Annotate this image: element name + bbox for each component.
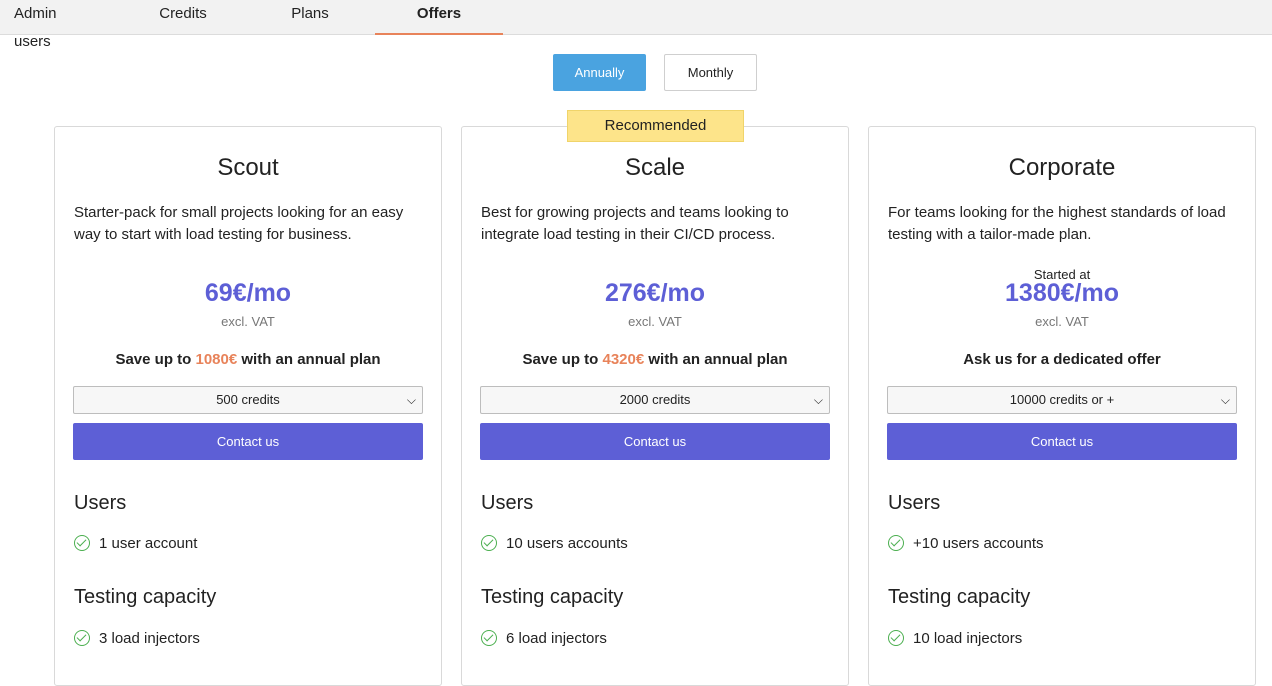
plan-price: 1380€/mo xyxy=(1005,279,1119,307)
check-circle-icon xyxy=(481,630,497,646)
recommended-badge: Recommended xyxy=(567,110,744,142)
credits-select[interactable]: 2000 credits ⌵ xyxy=(480,386,830,414)
users-feature-text: 1 user account xyxy=(99,535,198,552)
check-circle-icon xyxy=(74,630,90,646)
credits-select-value: 500 credits xyxy=(216,392,280,407)
vat-note: excl. VAT xyxy=(221,314,275,329)
chevron-down-icon: ⌵ xyxy=(1220,393,1230,407)
testing-capacity-heading: Testing capacity xyxy=(74,586,217,608)
credits-select[interactable]: 10000 credits or + ⌵ xyxy=(887,386,1237,414)
plan-description: For teams looking for the highest standa… xyxy=(888,204,1226,243)
plan-card-corporate: Corporate For teams looking for the high… xyxy=(868,126,1256,686)
users-feature: 1 user account xyxy=(74,535,197,552)
capacity-feature: 3 load injectors xyxy=(74,630,200,647)
savings-amount: 1080€ xyxy=(195,351,238,368)
plan-price: 276€/mo xyxy=(604,279,706,307)
savings-text: Save up to 1080€ with an annual plan xyxy=(55,351,441,368)
plan-description: Starter-pack for small projects looking … xyxy=(74,204,404,243)
savings-amount: 4320€ xyxy=(602,351,645,368)
savings-text: Ask us for a dedicated offer xyxy=(869,351,1255,368)
plan-title: Corporate xyxy=(1008,154,1116,181)
credits-select-value: 2000 credits xyxy=(619,392,691,407)
capacity-feature: 6 load injectors xyxy=(481,630,607,647)
contact-us-button[interactable]: Contact us xyxy=(73,423,423,460)
users-feature: +10 users accounts xyxy=(888,535,1044,552)
testing-capacity-heading: Testing capacity xyxy=(481,586,624,608)
savings-text: Save up to 4320€ with an annual plan xyxy=(462,351,848,368)
chevron-down-icon: ⌵ xyxy=(406,393,416,407)
savings-prefix: Save up to xyxy=(115,351,196,368)
capacity-feature: 10 load injectors xyxy=(888,630,1022,647)
capacity-feature-text: 10 load injectors xyxy=(913,630,1023,647)
tab-plans[interactable]: Plans xyxy=(280,0,340,34)
contact-us-button[interactable]: Contact us xyxy=(480,423,830,460)
users-feature-text: 10 users accounts xyxy=(506,535,628,552)
contact-us-button[interactable]: Contact us xyxy=(887,423,1237,460)
vat-note: excl. VAT xyxy=(628,314,682,329)
savings-suffix: with an annual plan xyxy=(644,351,788,368)
vat-note: excl. VAT xyxy=(1035,314,1089,329)
check-circle-icon xyxy=(888,535,904,551)
plan-title: Scout xyxy=(217,154,279,181)
capacity-feature-text: 6 load injectors xyxy=(506,630,607,647)
tab-admin-users[interactable]: Admin users xyxy=(14,0,96,50)
monthly-toggle-button[interactable]: Monthly xyxy=(664,54,757,91)
check-circle-icon xyxy=(481,535,497,551)
plan-price: 69€/mo xyxy=(204,279,292,307)
users-heading: Users xyxy=(74,492,127,514)
check-circle-icon xyxy=(74,535,90,551)
plan-description: Best for growing projects and teams look… xyxy=(481,204,789,243)
users-feature: 10 users accounts xyxy=(481,535,628,552)
tab-credits[interactable]: Credits xyxy=(150,0,216,34)
chevron-down-icon: ⌵ xyxy=(813,393,823,407)
testing-capacity-heading: Testing capacity xyxy=(888,586,1031,608)
savings-prefix: Save up to xyxy=(522,351,603,368)
plan-card-scout: Scout Starter-pack for small projects lo… xyxy=(54,126,442,686)
users-heading: Users xyxy=(481,492,534,514)
annually-toggle-button[interactable]: Annually xyxy=(553,54,646,91)
check-circle-icon xyxy=(888,630,904,646)
savings-suffix: with an annual plan xyxy=(237,351,381,368)
tab-offers[interactable]: Offers xyxy=(375,0,503,35)
capacity-feature-text: 3 load injectors xyxy=(99,630,200,647)
credits-select-value: 10000 credits or + xyxy=(1009,392,1115,407)
plan-title: Scale xyxy=(624,154,686,181)
users-feature-text: +10 users accounts xyxy=(913,535,1044,552)
top-tab-bar: Admin users Credits Plans Offers xyxy=(0,0,1272,50)
credits-select[interactable]: 500 credits ⌵ xyxy=(73,386,423,414)
savings-prefix: Ask us for a dedicated offer xyxy=(963,351,1161,368)
users-heading: Users xyxy=(888,492,941,514)
plan-card-scale: Scale Best for growing projects and team… xyxy=(461,126,849,686)
